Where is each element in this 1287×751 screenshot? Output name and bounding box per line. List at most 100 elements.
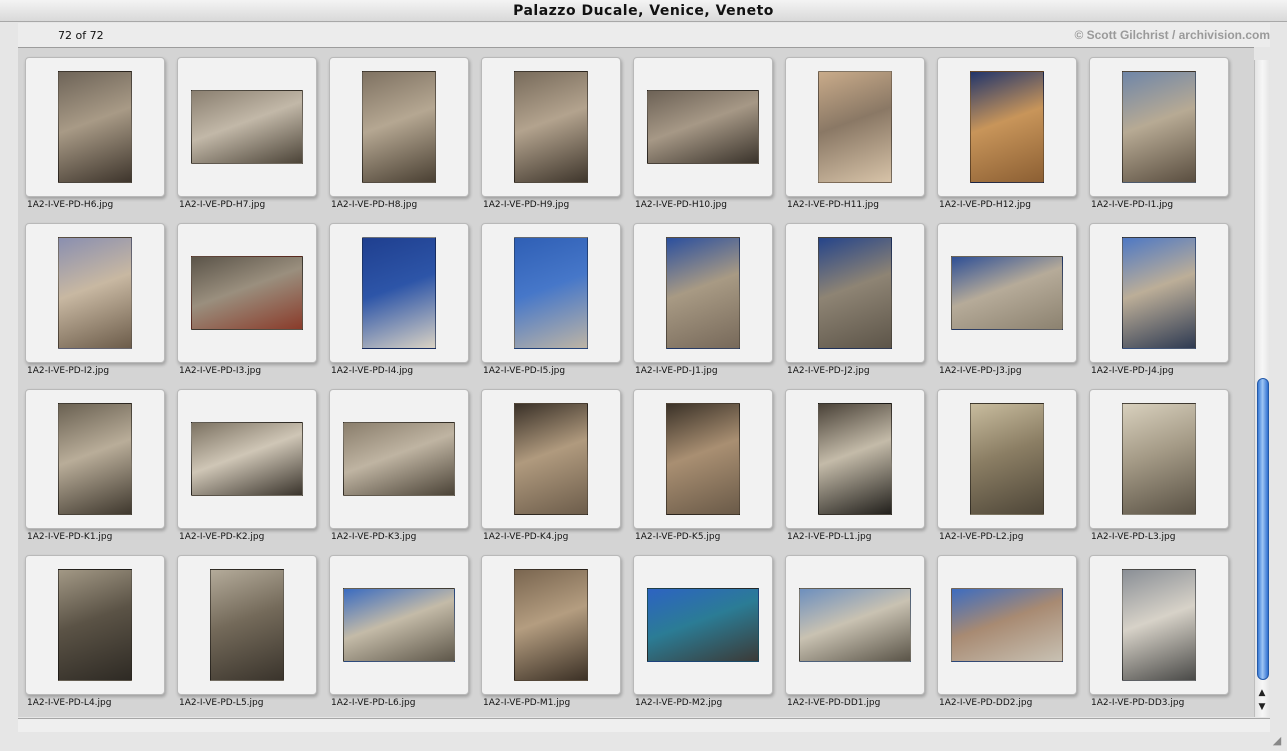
thumbnail-item[interactable]: 1A2-I-VE-PD-DD3.jpg — [1089, 555, 1229, 717]
thumbnail-item[interactable]: 1A2-I-VE-PD-K2.jpg — [177, 389, 317, 555]
thumbnail-image[interactable] — [951, 588, 1063, 662]
slide-mount[interactable] — [177, 223, 317, 363]
thumbnail-image[interactable] — [1122, 569, 1196, 681]
thumbnail-image[interactable] — [210, 569, 284, 681]
thumbnail-image[interactable] — [1122, 237, 1196, 349]
slide-mount[interactable] — [633, 223, 773, 363]
thumbnail-image[interactable] — [818, 403, 892, 515]
thumbnail-image[interactable] — [191, 90, 303, 164]
thumbnail-image[interactable] — [818, 71, 892, 183]
slide-mount[interactable] — [937, 223, 1077, 363]
thumbnail-image[interactable] — [58, 569, 132, 681]
slide-mount[interactable] — [937, 555, 1077, 695]
slide-mount[interactable] — [481, 555, 621, 695]
thumbnail-item[interactable]: 1A2-I-VE-PD-DD2.jpg — [937, 555, 1077, 717]
thumbnail-item[interactable]: 1A2-I-VE-PD-H11.jpg — [785, 57, 925, 223]
scroll-up-arrow[interactable]: ▲ — [1256, 687, 1268, 699]
thumbnail-image[interactable] — [1122, 403, 1196, 515]
thumbnail-image[interactable] — [514, 71, 588, 183]
thumbnail-item[interactable]: 1A2-I-VE-PD-H8.jpg — [329, 57, 469, 223]
thumbnail-image[interactable] — [362, 237, 436, 349]
slide-mount[interactable] — [633, 555, 773, 695]
slide-mount[interactable] — [177, 389, 317, 529]
thumbnail-image[interactable] — [191, 422, 303, 496]
thumbnail-image[interactable] — [514, 569, 588, 681]
thumbnail-item[interactable]: 1A2-I-VE-PD-J1.jpg — [633, 223, 773, 389]
slide-mount[interactable] — [937, 57, 1077, 197]
scroll-down-arrow[interactable]: ▼ — [1256, 701, 1268, 713]
resize-grip-icon[interactable]: ◢ — [1270, 734, 1284, 748]
thumbnail-item[interactable]: 1A2-I-VE-PD-J2.jpg — [785, 223, 925, 389]
slide-mount[interactable] — [177, 555, 317, 695]
thumbnail-item[interactable]: 1A2-I-VE-PD-J3.jpg — [937, 223, 1077, 389]
thumbnail-item[interactable]: 1A2-I-VE-PD-M2.jpg — [633, 555, 773, 717]
thumbnail-image[interactable] — [818, 237, 892, 349]
thumbnail-item[interactable]: 1A2-I-VE-PD-K5.jpg — [633, 389, 773, 555]
thumbnail-item[interactable]: 1A2-I-VE-PD-I2.jpg — [25, 223, 165, 389]
thumbnail-image[interactable] — [970, 403, 1044, 515]
slide-mount[interactable] — [481, 57, 621, 197]
slide-mount[interactable] — [481, 223, 621, 363]
thumbnail-item[interactable]: 1A2-I-VE-PD-DD1.jpg — [785, 555, 925, 717]
thumbnail-item[interactable]: 1A2-I-VE-PD-J4.jpg — [1089, 223, 1229, 389]
slide-mount[interactable] — [785, 223, 925, 363]
thumbnail-image[interactable] — [647, 588, 759, 662]
thumbnail-item[interactable]: 1A2-I-VE-PD-I1.jpg — [1089, 57, 1229, 223]
thumbnail-image[interactable] — [343, 588, 455, 662]
thumbnail-item[interactable]: 1A2-I-VE-PD-H12.jpg — [937, 57, 1077, 223]
slide-mount[interactable] — [1089, 389, 1229, 529]
thumbnail-image[interactable] — [362, 71, 436, 183]
thumbnail-image[interactable] — [514, 237, 588, 349]
thumbnail-item[interactable]: 1A2-I-VE-PD-L3.jpg — [1089, 389, 1229, 555]
vertical-scrollbar[interactable] — [1254, 60, 1270, 717]
thumbnail-image[interactable] — [647, 90, 759, 164]
thumbnail-image[interactable] — [951, 256, 1063, 330]
thumbnail-item[interactable]: 1A2-I-VE-PD-H6.jpg — [25, 57, 165, 223]
slide-mount[interactable] — [481, 389, 621, 529]
thumbnail-item[interactable]: 1A2-I-VE-PD-K1.jpg — [25, 389, 165, 555]
thumbnail-item[interactable]: 1A2-I-VE-PD-L6.jpg — [329, 555, 469, 717]
thumbnail-image[interactable] — [666, 403, 740, 515]
slide-mount[interactable] — [1089, 57, 1229, 197]
thumbnail-image[interactable] — [514, 403, 588, 515]
thumbnail-item[interactable]: 1A2-I-VE-PD-L2.jpg — [937, 389, 1077, 555]
slide-mount[interactable] — [25, 223, 165, 363]
slide-mount[interactable] — [25, 555, 165, 695]
thumbnail-item[interactable]: 1A2-I-VE-PD-H9.jpg — [481, 57, 621, 223]
scrollbar-thumb[interactable] — [1257, 378, 1269, 680]
slide-mount[interactable] — [633, 57, 773, 197]
slide-mount[interactable] — [329, 223, 469, 363]
thumbnail-item[interactable]: 1A2-I-VE-PD-I5.jpg — [481, 223, 621, 389]
thumbnail-item[interactable]: 1A2-I-VE-PD-H10.jpg — [633, 57, 773, 223]
slide-mount[interactable] — [785, 57, 925, 197]
slide-mount[interactable] — [633, 389, 773, 529]
thumbnail-image[interactable] — [58, 71, 132, 183]
thumbnail-item[interactable]: 1A2-I-VE-PD-L5.jpg — [177, 555, 317, 717]
slide-mount[interactable] — [1089, 223, 1229, 363]
thumbnail-image[interactable] — [191, 256, 303, 330]
thumbnail-image[interactable] — [666, 237, 740, 349]
slide-mount[interactable] — [329, 57, 469, 197]
thumbnail-image[interactable] — [1122, 71, 1196, 183]
thumbnail-image[interactable] — [799, 588, 911, 662]
thumbnail-item[interactable]: 1A2-I-VE-PD-M1.jpg — [481, 555, 621, 717]
slide-mount[interactable] — [25, 57, 165, 197]
thumbnail-image[interactable] — [970, 71, 1044, 183]
thumbnail-item[interactable]: 1A2-I-VE-PD-K4.jpg — [481, 389, 621, 555]
slide-mount[interactable] — [785, 389, 925, 529]
slide-mount[interactable] — [785, 555, 925, 695]
thumbnail-item[interactable]: 1A2-I-VE-PD-L1.jpg — [785, 389, 925, 555]
slide-mount[interactable] — [25, 389, 165, 529]
thumbnail-image[interactable] — [343, 422, 455, 496]
slide-mount[interactable] — [937, 389, 1077, 529]
thumbnail-item[interactable]: 1A2-I-VE-PD-K3.jpg — [329, 389, 469, 555]
slide-mount[interactable] — [329, 389, 469, 529]
thumbnail-image[interactable] — [58, 237, 132, 349]
thumbnail-item[interactable]: 1A2-I-VE-PD-H7.jpg — [177, 57, 317, 223]
thumbnail-browser[interactable]: 1A2-I-VE-PD-H6.jpg 1A2-I-VE-PD-H7.jpg 1A2-… — [18, 47, 1254, 717]
thumbnail-item[interactable]: 1A2-I-VE-PD-I4.jpg — [329, 223, 469, 389]
thumbnail-item[interactable]: 1A2-I-VE-PD-L4.jpg — [25, 555, 165, 717]
thumbnail-item[interactable]: 1A2-I-VE-PD-I3.jpg — [177, 223, 317, 389]
thumbnail-image[interactable] — [58, 403, 132, 515]
slide-mount[interactable] — [329, 555, 469, 695]
